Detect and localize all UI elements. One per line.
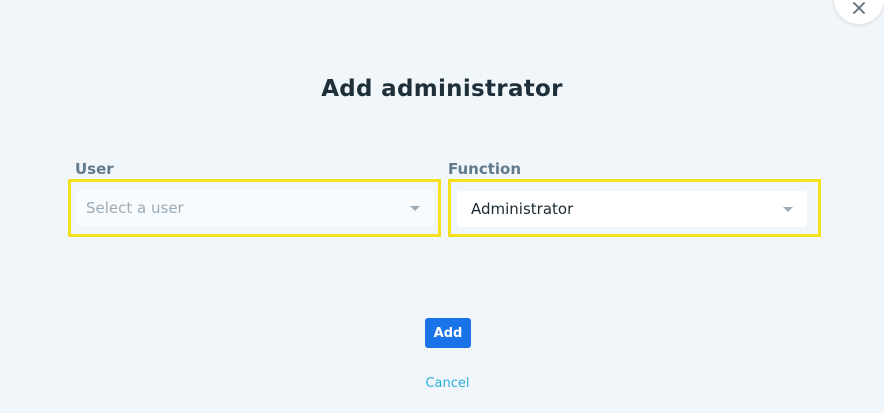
close-icon — [853, 2, 865, 14]
function-label: Function — [448, 160, 522, 178]
close-button[interactable] — [834, 0, 884, 24]
add-administrator-dialog: Add administrator User Function Select a… — [0, 0, 884, 413]
user-select[interactable]: Select a user — [76, 190, 434, 226]
chevron-down-icon — [783, 206, 793, 212]
user-select-placeholder: Select a user — [86, 199, 184, 217]
dialog-title: Add administrator — [321, 76, 563, 102]
chevron-down-icon — [410, 205, 420, 211]
function-select-value: Administrator — [471, 200, 574, 218]
cancel-link[interactable]: Cancel — [0, 376, 884, 391]
function-select[interactable]: Administrator — [457, 191, 807, 227]
user-label: User — [75, 160, 114, 178]
add-button[interactable]: Add — [425, 318, 471, 348]
